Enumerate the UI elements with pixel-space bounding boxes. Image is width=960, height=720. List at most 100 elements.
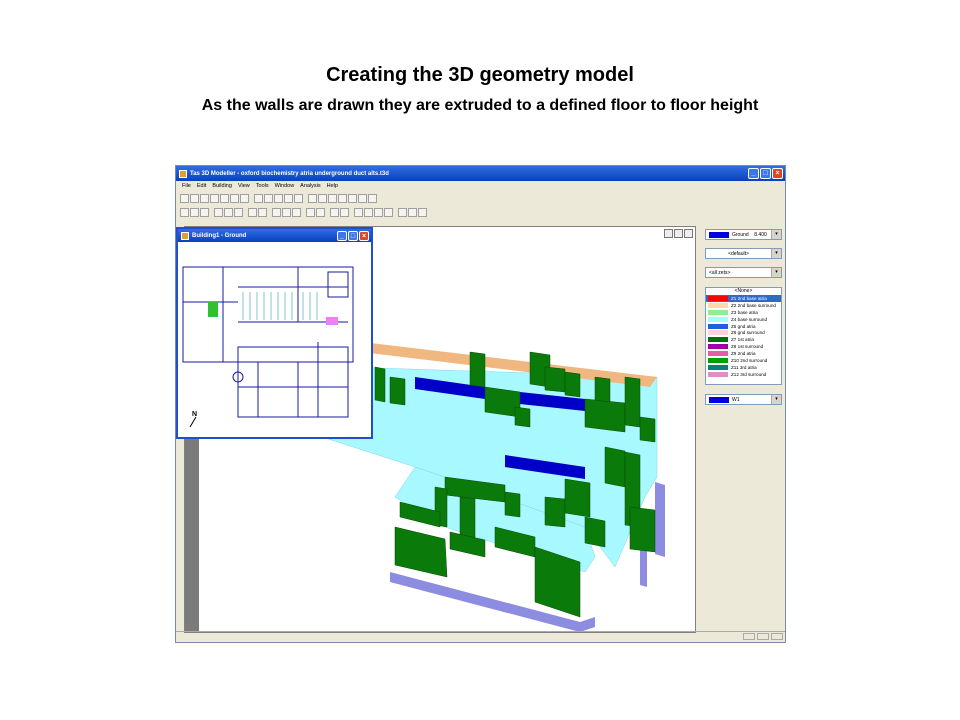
zone-list-item[interactable]: Z12 3rd surround (706, 371, 781, 378)
plan-window-titlebar[interactable]: Building1 - Ground _ □ × (178, 229, 371, 242)
print-icon[interactable] (248, 207, 257, 217)
door-tool-icon[interactable] (316, 207, 325, 217)
grid-icon[interactable] (230, 193, 239, 203)
zone-list-none[interactable]: <None> (706, 288, 781, 295)
zone-color-swatch (708, 351, 728, 357)
new-file-icon[interactable] (180, 207, 189, 217)
view-3d-icon[interactable] (284, 193, 293, 203)
viewport-minimize-button[interactable] (664, 229, 673, 238)
zoom-extents-icon[interactable] (210, 193, 219, 203)
roof-tool-icon[interactable] (340, 207, 349, 217)
menu-help[interactable]: Help (327, 183, 338, 189)
view-front-icon[interactable] (264, 193, 273, 203)
app-titlebar[interactable]: Tas 3D Modeller - oxford biochemistry at… (176, 166, 785, 181)
delete-icon[interactable] (398, 207, 407, 217)
copy-icon[interactable] (224, 207, 233, 217)
zone-list-item[interactable]: Z2 2nd base surround (706, 302, 781, 309)
menu-view[interactable]: View (238, 183, 250, 189)
menu-analysis[interactable]: Analysis (300, 183, 320, 189)
zone-label: Z3 base atria (731, 309, 758, 315)
floor-combo[interactable]: Ground 8.400 ▾ (705, 229, 782, 240)
zoom-in-icon[interactable] (180, 193, 189, 203)
app-title: Tas 3D Modeller - oxford biochemistry at… (190, 170, 389, 177)
chevron-down-icon[interactable]: ▾ (771, 249, 781, 258)
default-combo-value: <default> (728, 250, 749, 257)
zone-tool-icon[interactable] (330, 207, 339, 217)
save-icon[interactable] (200, 207, 209, 217)
mirror-icon[interactable] (374, 207, 383, 217)
menu-file[interactable]: File (182, 183, 191, 189)
zone-color-swatch (708, 302, 728, 308)
zone-list-item[interactable]: Z9 2nd atria (706, 350, 781, 357)
draw-line-icon[interactable] (292, 207, 301, 217)
floor-plan-drawing[interactable]: N (178, 242, 371, 437)
align-right-icon[interactable] (364, 207, 373, 217)
shadow-icon[interactable] (348, 193, 357, 203)
plan-maximize-button[interactable]: □ (348, 231, 358, 241)
zone-list-item[interactable]: Z10 2nd surround (706, 357, 781, 364)
chevron-down-icon[interactable]: ▾ (771, 230, 781, 239)
chevron-down-icon[interactable]: ▾ (771, 395, 781, 404)
wall-type-combo[interactable]: W1 ▾ (705, 394, 782, 405)
menu-window[interactable]: Window (275, 183, 295, 189)
default-combo[interactable]: <default> ▾ (705, 248, 782, 259)
zone-color-swatch (708, 337, 728, 343)
window-tool-icon[interactable] (306, 207, 315, 217)
wireframe-icon[interactable] (308, 193, 317, 203)
view-side-icon[interactable] (274, 193, 283, 203)
viewport-maximize-button[interactable] (674, 229, 683, 238)
close-button[interactable]: × (772, 168, 783, 179)
zonesets-combo[interactable]: <all zets> ▾ (705, 267, 782, 278)
open-folder-icon[interactable] (190, 207, 199, 217)
render-icon[interactable] (338, 193, 347, 203)
rotate-icon[interactable] (294, 193, 303, 203)
status-box-3 (771, 633, 783, 640)
paste-icon[interactable] (234, 207, 243, 217)
refresh-icon[interactable] (240, 193, 249, 203)
zone-color-swatch (708, 364, 728, 370)
menu-building[interactable]: Building (212, 183, 232, 189)
zoom-out-icon[interactable] (200, 193, 209, 203)
move-icon[interactable] (384, 207, 393, 217)
floor-combo-value: 8.400 (754, 231, 767, 238)
plan-minimize-button[interactable]: _ (337, 231, 347, 241)
zone-list-item[interactable]: Z11 3rd atria (706, 364, 781, 371)
zone-list-item[interactable]: Z7 1st atria (706, 336, 781, 343)
maximize-button[interactable]: □ (760, 168, 771, 179)
cut-icon[interactable] (214, 207, 223, 217)
align-left-icon[interactable] (354, 207, 363, 217)
zone-list-item[interactable]: Z5 gnd atria (706, 323, 781, 330)
menu-tools[interactable]: Tools (256, 183, 269, 189)
light-icon[interactable] (358, 193, 367, 203)
plan-close-button[interactable]: × (359, 231, 369, 241)
zone-list[interactable]: <None> Z1 2nd base atria Z2 2nd base surr… (705, 287, 782, 385)
minimize-button[interactable]: _ (748, 168, 759, 179)
zone-list-item[interactable]: Z8 1st surround (706, 343, 781, 350)
zoom-window-icon[interactable] (190, 193, 199, 203)
hidden-line-icon[interactable] (328, 193, 337, 203)
redo-icon[interactable] (418, 207, 427, 217)
menu-edit[interactable]: Edit (197, 183, 206, 189)
zone-list-item[interactable]: Z6 gnd surround (706, 329, 781, 336)
viewport-close-button[interactable] (684, 229, 693, 238)
help-icon[interactable] (258, 207, 267, 217)
edge-purple-right (655, 482, 665, 557)
view-top-icon[interactable] (254, 193, 263, 203)
zone-label: Z11 3rd atria (731, 364, 757, 370)
pan-icon[interactable] (220, 193, 229, 203)
zone-list-item[interactable]: Z4 base surround (706, 316, 781, 323)
shaded-icon[interactable] (318, 193, 327, 203)
undo-icon[interactable] (408, 207, 417, 217)
zone-label: Z5 gnd atria (731, 323, 756, 329)
plan-view-window[interactable]: Building1 - Ground _ □ × N (176, 227, 373, 439)
zone-label: Z7 1st atria (731, 337, 754, 343)
zone-color-swatch (708, 295, 728, 301)
chevron-down-icon[interactable]: ▾ (771, 268, 781, 277)
camera-icon[interactable] (368, 193, 377, 203)
plan-highlight-pink (326, 317, 338, 325)
select-icon[interactable] (272, 207, 281, 217)
zone-label: Z4 base surround (731, 316, 768, 322)
zone-list-item[interactable]: Z3 base atria (706, 309, 781, 316)
zone-list-item[interactable]: Z1 2nd base atria (706, 295, 781, 302)
draw-wall-icon[interactable] (282, 207, 291, 217)
